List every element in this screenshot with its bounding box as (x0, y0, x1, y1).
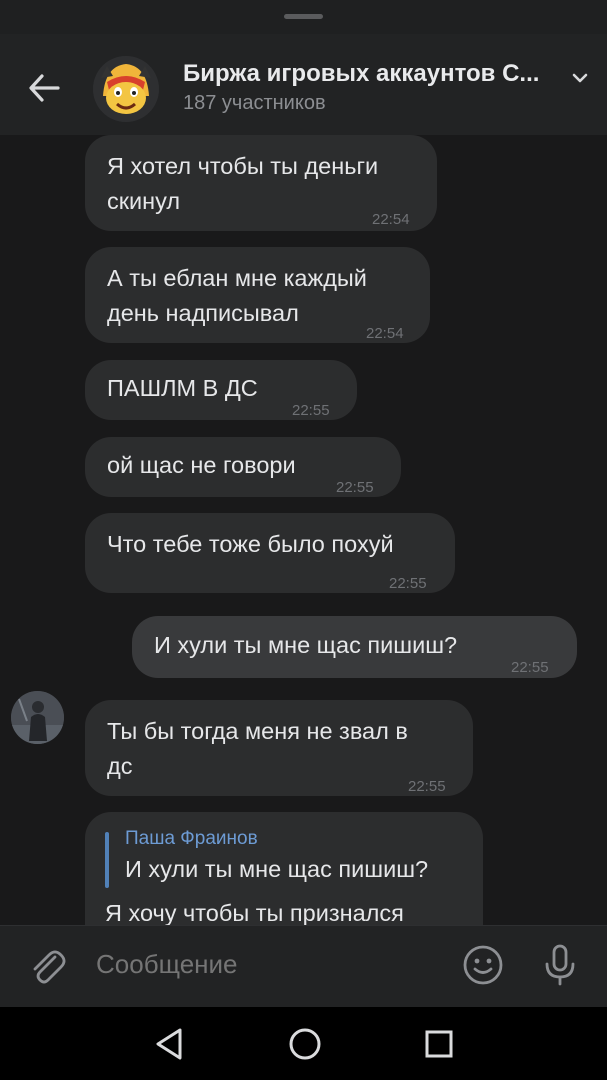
message-bubble[interactable]: Ты бы тогда меня не звал в дс 22:55 (85, 700, 473, 796)
back-button[interactable] (24, 70, 64, 106)
nav-recent-icon[interactable] (422, 1026, 456, 1062)
message-text: Я хочу чтобы ты признался (105, 900, 404, 925)
group-avatar-image (93, 56, 159, 122)
message-time: 22:55 (336, 479, 374, 496)
voice-button[interactable] (540, 942, 580, 988)
message-text: день надписывал (107, 300, 299, 326)
chat-title[interactable]: Биржа игровых аккаунтов C... (183, 60, 539, 88)
group-avatar[interactable] (93, 56, 159, 122)
paperclip-icon (33, 950, 66, 984)
message-time: 22:55 (408, 778, 446, 795)
message-bubble[interactable]: ПАШЛМ В ДС 22:55 (85, 360, 357, 420)
quoted-author[interactable]: Паша Фраинов (125, 828, 258, 850)
participants-count: 187 участников (183, 92, 326, 114)
microphone-icon (545, 944, 575, 986)
drag-handle[interactable] (284, 14, 323, 19)
arrow-left-icon (29, 74, 60, 102)
sender-avatar[interactable] (11, 691, 64, 744)
message-bubble-outgoing[interactable]: И хули ты мне щас пишиш? 22:55 (132, 616, 577, 678)
message-time: 22:55 (511, 659, 549, 676)
message-text: Я хотел чтобы ты деньги (107, 153, 379, 179)
message-bubble[interactable]: ой щас не говори 22:55 (85, 437, 401, 497)
message-text: Что тебе тоже было похуй (107, 531, 394, 557)
chat-header: Биржа игровых аккаунтов C... 187 участни… (0, 34, 607, 135)
chevron-down-icon[interactable] (571, 72, 589, 84)
message-composer (0, 925, 607, 1007)
message-input[interactable] (96, 949, 426, 980)
message-text: дс (107, 753, 133, 779)
message-time: 22:54 (372, 211, 410, 228)
message-bubble[interactable]: Что тебе тоже было похуй 22:55 (85, 513, 455, 593)
message-time: 22:54 (366, 325, 404, 342)
smiley-icon (463, 945, 503, 985)
sender-avatar-image (11, 691, 64, 744)
system-navigation-bar (0, 1007, 607, 1080)
attach-button[interactable] (26, 945, 68, 987)
message-list[interactable]: Я хотел чтобы ты деньги скинул 22:54 А т… (0, 135, 607, 925)
message-bubble[interactable]: Я хотел чтобы ты деньги скинул 22:54 (85, 135, 437, 231)
message-text: скинул (107, 188, 181, 214)
nav-back-icon[interactable] (152, 1025, 188, 1063)
reply-message-bubble[interactable]: Паша Фраинов И хули ты мне щас пишиш? Я … (85, 812, 483, 925)
message-time: 22:55 (389, 575, 427, 592)
status-area (0, 0, 607, 34)
quoted-text[interactable]: И хули ты мне щас пишиш? (125, 856, 428, 883)
nav-home-icon[interactable] (286, 1025, 324, 1063)
message-bubble[interactable]: А ты еблан мне каждый день надписывал 22… (85, 247, 430, 343)
message-text: А ты еблан мне каждый (107, 265, 367, 291)
message-time: 22:55 (292, 402, 330, 419)
emoji-button[interactable] (460, 942, 506, 988)
divider (0, 925, 607, 926)
message-text: Ты бы тогда меня не звал в (107, 718, 408, 744)
message-text: И хули ты мне щас пишиш? (154, 632, 458, 658)
quote-bar (105, 832, 109, 888)
